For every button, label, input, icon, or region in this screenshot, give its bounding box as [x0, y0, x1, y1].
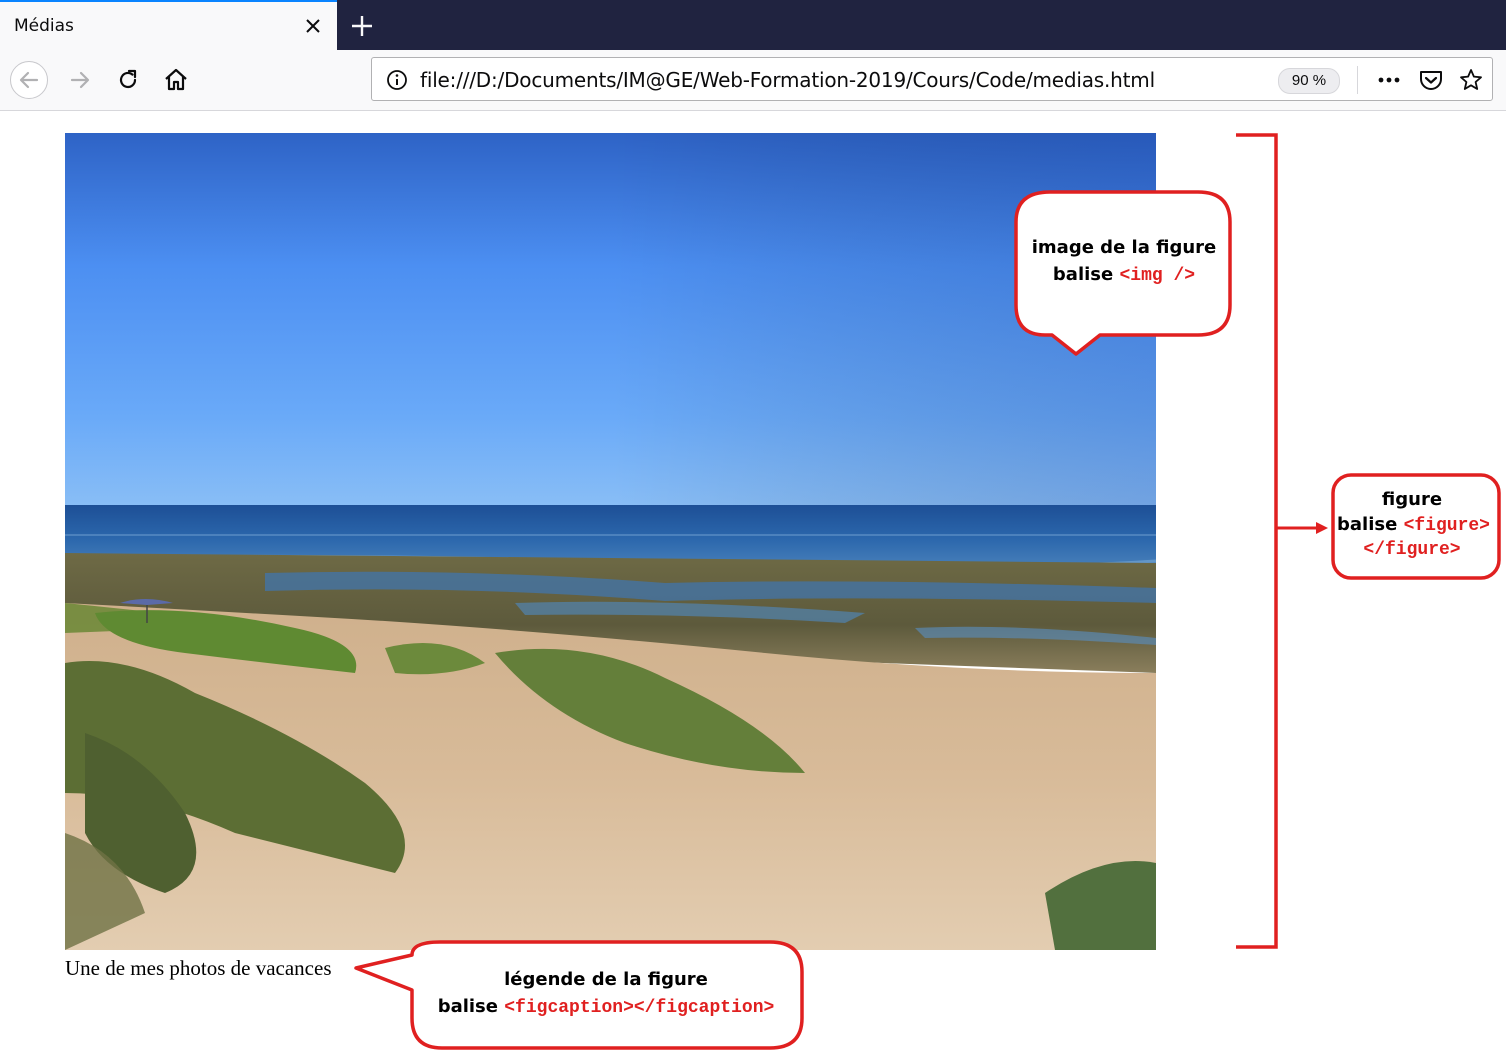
- figure-callout-close-line: </figure>: [1337, 539, 1487, 560]
- figure-open-tag-code: <figure>: [1403, 516, 1490, 536]
- figcaption-callout-title: légende de la figure: [504, 969, 708, 990]
- figcaption-callout-prefix: balise: [437, 996, 505, 1017]
- figcaption-callout-text: légende de la figure balise <figcaption>…: [416, 966, 796, 1022]
- img-callout-prefix: balise: [1052, 264, 1120, 285]
- img-callout-title: image de la figure: [1031, 237, 1217, 258]
- figure-callout-title: figure: [1381, 489, 1443, 510]
- img-callout-text: image de la figure balise <img />: [1024, 234, 1224, 290]
- figure-callout-prefix: balise: [1337, 514, 1404, 535]
- figure-callout-tag-line: balise <figure>: [1337, 512, 1490, 539]
- figure-callout-text: figure balise <figure> </figure>: [1337, 487, 1490, 560]
- figure-close-tag-code: </figure>: [1363, 540, 1461, 560]
- img-tag-code: <img />: [1119, 266, 1196, 286]
- figcaption-callout-tag-line: balise <figcaption></figcaption>: [416, 993, 796, 1022]
- img-callout-tag-line: balise <img />: [1024, 261, 1224, 290]
- annotation-overlay: [354, 133, 1501, 1050]
- figcaption-tag-code: <figcaption></figcaption>: [504, 998, 775, 1018]
- figure-bracket: [1236, 133, 1278, 949]
